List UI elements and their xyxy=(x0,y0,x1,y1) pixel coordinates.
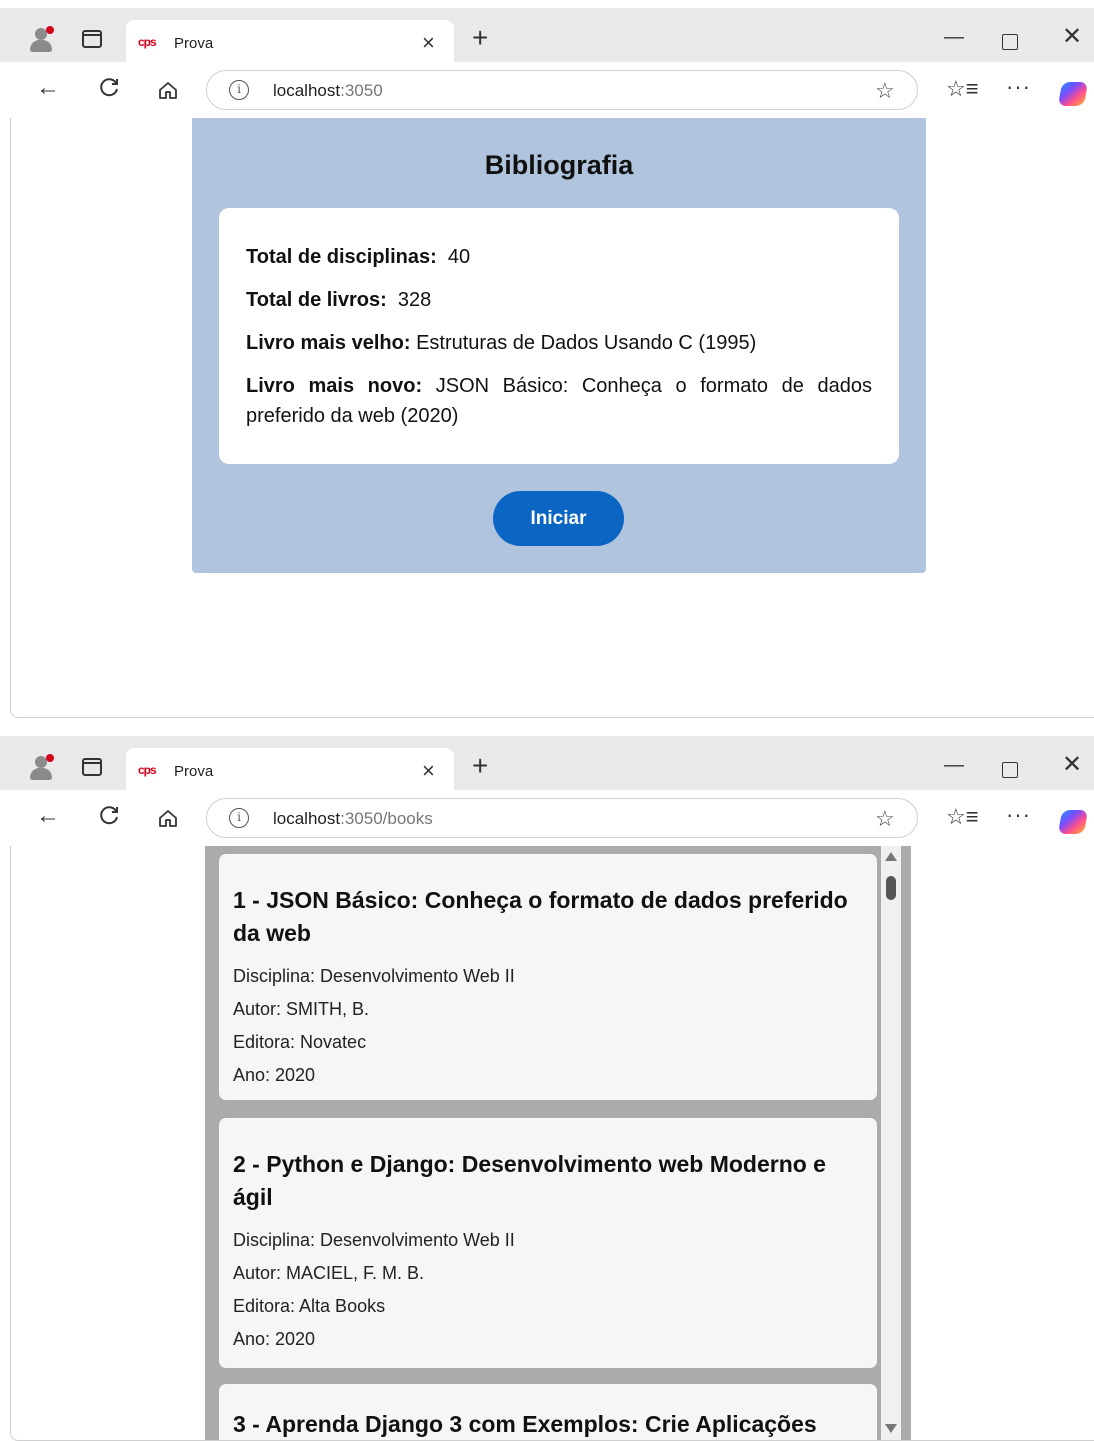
stat-total-livros: Total de livros: 328 xyxy=(246,285,872,315)
stat-value: Estruturas de Dados Usando C (1995) xyxy=(416,332,757,354)
books-list[interactable]: 1 - JSON Básico: Conheça o formato de da… xyxy=(205,846,911,1440)
stat-total-disciplinas: Total de disciplinas: 40 xyxy=(246,242,872,272)
favicon-icon: cps xyxy=(138,763,157,777)
copilot-icon[interactable] xyxy=(1057,810,1089,834)
minimize-icon[interactable]: — xyxy=(944,26,964,49)
new-tab-button[interactable]: + xyxy=(472,24,488,52)
book-ano: Ano: 2020 xyxy=(233,1329,316,1349)
reload-icon[interactable] xyxy=(98,76,120,103)
stat-label: Total de livros: xyxy=(246,289,387,311)
stat-value: 40 xyxy=(447,246,471,268)
scroll-thumb[interactable] xyxy=(886,876,896,900)
browser-toolbar: ← i localhost:3050/books ☆ ☆≡ ··· xyxy=(0,790,1094,846)
book-title: 1 - JSON Básico: Conheça o formato de da… xyxy=(233,887,848,946)
book-title: 3 - Aprenda Django 3 com Exemplos: Crie … xyxy=(233,1411,817,1437)
site-info-icon[interactable]: i xyxy=(229,80,249,100)
scroll-up-icon[interactable] xyxy=(885,852,897,861)
url-text[interactable]: localhost:3050 xyxy=(273,81,383,101)
browser-window-home: cps Prova × + — ✕ ← i localhost:3050 ☆ ☆… xyxy=(0,0,1094,720)
maximize-icon[interactable] xyxy=(1002,34,1018,50)
reload-icon[interactable] xyxy=(98,804,120,831)
stat-label: Livro mais velho: xyxy=(246,332,411,354)
favicon-icon: cps xyxy=(138,35,157,49)
book-editora: Editora: Alta Books xyxy=(233,1296,386,1316)
stat-label: Total de disciplinas: xyxy=(246,246,437,268)
book-card: 1 - JSON Básico: Conheça o formato de da… xyxy=(219,854,877,1100)
profile-avatar-icon[interactable] xyxy=(28,26,54,52)
browser-toolbar: ← i localhost:3050 ☆ ☆≡ ··· xyxy=(0,62,1094,118)
start-button[interactable]: Iniciar xyxy=(493,491,624,546)
tab-actions-icon[interactable] xyxy=(82,758,102,776)
copilot-icon[interactable] xyxy=(1057,82,1089,106)
stats-card: Total de disciplinas: 40 Total de livros… xyxy=(219,208,899,464)
page-viewport: 1 - JSON Básico: Conheça o formato de da… xyxy=(10,846,1094,1441)
page-title: Bibliografia xyxy=(484,150,634,180)
favorites-icon[interactable]: ☆≡ xyxy=(946,804,979,830)
scrollbar[interactable] xyxy=(881,846,901,1440)
book-autor: Autor: SMITH, B. xyxy=(233,999,370,1019)
close-window-icon[interactable]: ✕ xyxy=(1062,22,1082,51)
address-bar[interactable]: i localhost:3050 ☆ xyxy=(206,70,918,110)
maximize-icon[interactable] xyxy=(1002,762,1018,778)
book-disciplina: Disciplina: Desenvolvimento Web II xyxy=(233,966,515,986)
book-card: 3 - Aprenda Django 3 com Exemplos: Crie … xyxy=(219,1384,877,1440)
book-disciplina: Disciplina: Desenvolvimento Web II xyxy=(233,1230,515,1250)
new-tab-button[interactable]: + xyxy=(472,752,488,780)
home-icon[interactable] xyxy=(158,81,178,99)
favorites-icon[interactable]: ☆≡ xyxy=(946,76,979,102)
more-icon[interactable]: ··· xyxy=(1006,802,1031,828)
more-icon[interactable]: ··· xyxy=(1006,74,1031,100)
title-bar: cps Prova × + — ✕ xyxy=(0,728,1094,798)
book-title: 2 - Python e Django: Desenvolvimento web… xyxy=(233,1151,826,1210)
stat-livro-velho: Livro mais velho: Estruturas de Dados Us… xyxy=(246,328,872,358)
add-favorite-icon[interactable]: ☆ xyxy=(875,78,895,104)
book-autor: Autor: MACIEL, F. M. B. xyxy=(233,1263,425,1283)
tab-title: Prova xyxy=(174,763,214,780)
minimize-icon[interactable]: — xyxy=(944,754,964,777)
tab-actions-icon[interactable] xyxy=(82,30,102,48)
stat-value: 328 xyxy=(397,289,432,311)
stat-label: Livro mais novo: xyxy=(246,375,423,397)
site-info-icon[interactable]: i xyxy=(229,808,249,828)
browser-window-books: cps Prova × + — ✕ ← i localhost:3050/boo… xyxy=(0,728,1094,1441)
address-bar[interactable]: i localhost:3050/books ☆ xyxy=(206,798,918,838)
add-favorite-icon[interactable]: ☆ xyxy=(875,806,895,832)
back-icon[interactable]: ← xyxy=(36,76,60,100)
book-ano: Ano: 2020 xyxy=(233,1065,316,1085)
stat-livro-novo: Livro mais novo: JSON Básico: Conheça o … xyxy=(246,371,872,431)
tab-title: Prova xyxy=(174,35,214,52)
book-card: 2 - Python e Django: Desenvolvimento web… xyxy=(219,1118,877,1368)
book-editora: Editora: Novatec xyxy=(233,1032,367,1052)
page-viewport: Bibliografia Total de disciplinas: 40 To… xyxy=(10,118,1094,718)
close-tab-icon[interactable]: × xyxy=(422,758,435,784)
scroll-down-icon[interactable] xyxy=(885,1424,897,1433)
close-window-icon[interactable]: ✕ xyxy=(1062,750,1082,779)
profile-avatar-icon[interactable] xyxy=(28,754,54,780)
title-bar: cps Prova × + — ✕ xyxy=(0,0,1094,70)
url-text[interactable]: localhost:3050/books xyxy=(273,809,433,829)
close-tab-icon[interactable]: × xyxy=(422,30,435,56)
home-icon[interactable] xyxy=(158,809,178,827)
home-panel: Bibliografia Total de disciplinas: 40 To… xyxy=(192,118,926,573)
back-icon[interactable]: ← xyxy=(36,804,60,828)
